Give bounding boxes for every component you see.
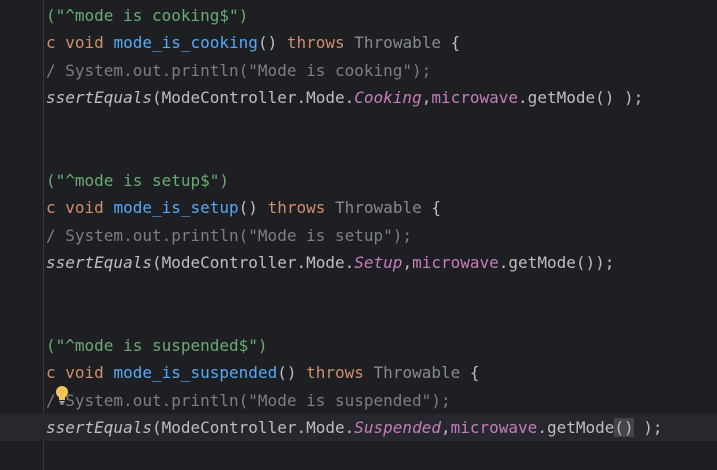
code-token: .getMode() ); bbox=[518, 88, 644, 107]
code-line[interactable]: c void mode_is_setup() throws Throwable … bbox=[46, 194, 441, 221]
code-token: c bbox=[46, 33, 66, 52]
code-token: mode_is_setup bbox=[113, 198, 239, 217]
code-token: void bbox=[65, 198, 114, 217]
code-token: microwave bbox=[450, 418, 538, 437]
code-token: { bbox=[440, 33, 461, 52]
code-token: Setup bbox=[354, 253, 403, 272]
code-token: ssertEquals bbox=[46, 418, 152, 437]
code-token: mode_is_suspended bbox=[113, 363, 278, 382]
code-token: Throwable bbox=[373, 363, 461, 382]
code-line[interactable]: c void mode_is_suspended() throws Throwa… bbox=[46, 359, 480, 386]
code-token: throws bbox=[286, 33, 355, 52]
code-token: .getMode()); bbox=[498, 253, 615, 272]
code-token: , bbox=[421, 88, 432, 107]
code-line[interactable]: ssertEquals(ModeController.Mode.Setup,mi… bbox=[46, 249, 614, 276]
code-token: / System.out.println("Mode is suspended"… bbox=[46, 390, 451, 410]
code-line[interactable]: ssertEquals(ModeController.Mode.Cooking,… bbox=[46, 84, 643, 111]
code-token: microwave bbox=[412, 253, 499, 272]
code-line[interactable]: ("^mode is cooking$") bbox=[46, 2, 248, 29]
code-token: ssertEquals bbox=[46, 88, 152, 107]
code-token: throws bbox=[306, 363, 374, 382]
code-token: () bbox=[257, 33, 287, 52]
code-line[interactable]: / System.out.println("Mode is suspended"… bbox=[46, 387, 451, 414]
code-token: microwave bbox=[431, 88, 519, 107]
code-token: ("^mode is cooking$") bbox=[46, 5, 249, 25]
code-token: mode_is_cooking bbox=[113, 33, 258, 52]
code-line[interactable]: / System.out.println("Mode is setup"); bbox=[46, 222, 412, 249]
code-editor[interactable]: ("^mode is cooking$") c void mode_is_cook… bbox=[0, 0, 717, 470]
code-line[interactable]: c void mode_is_cooking() throws Throwabl… bbox=[46, 29, 460, 56]
code-token: () bbox=[238, 198, 268, 217]
code-token: c bbox=[46, 198, 66, 217]
code-token: (ModeController.Mode. bbox=[151, 253, 355, 272]
code-token: / System.out.println("Mode is cooking"); bbox=[46, 60, 432, 80]
code-token: Cooking bbox=[354, 88, 422, 107]
code-token: ssertEquals bbox=[46, 253, 152, 272]
code-token: Throwable bbox=[354, 33, 441, 52]
code-line[interactable]: ("^mode is setup$") bbox=[46, 167, 229, 194]
code-token: / System.out.println("Mode is setup"); bbox=[46, 225, 413, 245]
code-token: , bbox=[440, 418, 451, 437]
indent-guide bbox=[43, 0, 44, 470]
code-token: () bbox=[277, 363, 307, 382]
code-token: void bbox=[65, 33, 114, 52]
code-token: (ModeController.Mode. bbox=[151, 88, 355, 107]
code-token: ("^mode is suspended$") bbox=[46, 335, 268, 355]
lightbulb-icon[interactable] bbox=[55, 385, 69, 405]
code-line-current[interactable]: ssertEquals(ModeController.Mode.Suspende… bbox=[0, 414, 717, 441]
code-token: void bbox=[65, 363, 114, 382]
code-token: (ModeController.Mode. bbox=[151, 418, 355, 437]
code-token: { bbox=[421, 198, 441, 217]
code-token: throws bbox=[267, 198, 336, 217]
code-token: .getMode bbox=[537, 418, 615, 437]
code-token: ); bbox=[633, 418, 663, 437]
code-token: , bbox=[402, 253, 413, 272]
code-token: Suspended bbox=[354, 418, 441, 437]
code-token: ("^mode is setup$") bbox=[46, 170, 230, 190]
code-token: Throwable bbox=[335, 198, 422, 217]
code-line[interactable]: / System.out.println("Mode is cooking"); bbox=[46, 57, 431, 84]
code-line-text: ssertEquals(ModeController.Mode.Suspende… bbox=[46, 414, 663, 441]
code-token: c bbox=[46, 363, 66, 382]
code-token: { bbox=[460, 363, 480, 382]
code-token: () bbox=[614, 418, 634, 437]
code-line[interactable]: ("^mode is suspended$") bbox=[46, 332, 268, 359]
